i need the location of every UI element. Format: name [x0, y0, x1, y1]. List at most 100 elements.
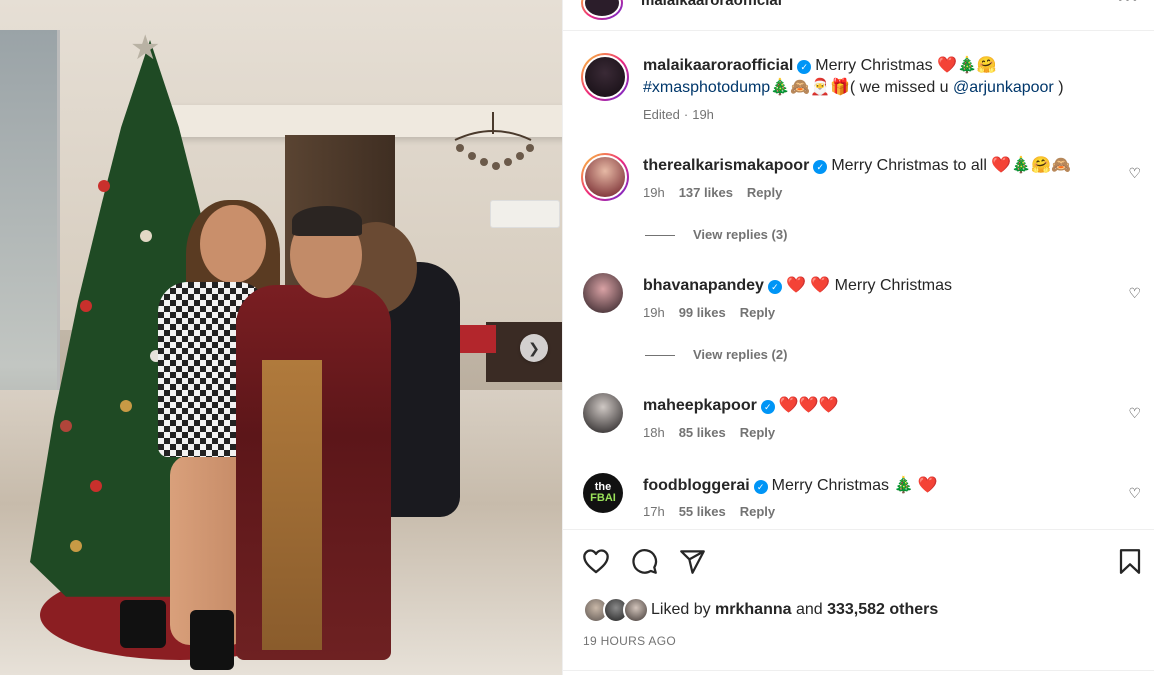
- meta-separator: ·: [683, 107, 689, 122]
- post-detail-panel: malaikaaroraofficial ••• malaikaaroraoff…: [562, 0, 1154, 675]
- share-button[interactable]: [677, 546, 707, 576]
- comment-like-heart-icon[interactable]: ♡: [1128, 285, 1141, 302]
- photo-person-left-shoe: [120, 600, 166, 648]
- photo-ornament: [60, 420, 72, 432]
- comment-like-heart-icon[interactable]: ♡: [1128, 485, 1141, 502]
- hashtag-link[interactable]: #xmasphotodump: [643, 79, 770, 96]
- photo-chandelier: [454, 112, 534, 170]
- verified-badge-icon: ✓: [797, 60, 812, 74]
- comments-list[interactable]: malaikaaroraofficial ✓ Merry Christmas ❤️🎄…: [563, 31, 1154, 529]
- post-actions-bar: [563, 540, 1154, 582]
- photo-person-middle-hair: [292, 206, 362, 236]
- caption-username[interactable]: malaikaaroraofficial: [643, 57, 793, 74]
- comment-like-heart-icon[interactable]: ♡: [1128, 165, 1141, 182]
- caption: malaikaaroraofficial ✓ Merry Christmas ❤️🎄…: [581, 53, 1141, 133]
- comment-text: bhavanapandey ✓ ❤️ ❤️ Merry Christmas: [643, 275, 1113, 297]
- comment-text: therealkarismakapoor ✓ Merry Christmas to …: [643, 155, 1113, 177]
- liker-avatar: [623, 597, 649, 623]
- save-button[interactable]: [1115, 546, 1145, 576]
- comment-button[interactable]: [629, 546, 659, 576]
- caption-text-end: ( we missed u: [849, 79, 954, 96]
- post-header: malaikaaroraofficial •••: [563, 0, 1154, 26]
- replies-line: [645, 355, 675, 357]
- photo-ornament: [98, 180, 110, 192]
- reply-button[interactable]: Reply: [740, 305, 775, 320]
- photo-ornament: [70, 540, 82, 552]
- liked-by-prefix: Liked by: [651, 601, 716, 618]
- photo-person-left-face: [200, 205, 266, 283]
- caption-message: Merry Christmas ❤️🎄🤗: [815, 57, 997, 74]
- comment-text: foodbloggerai ✓ Merry Christmas 🎄 ❤️: [643, 475, 1113, 497]
- post-photo[interactable]: ★ ❯: [0, 0, 562, 675]
- verified-badge-icon: ✓: [813, 160, 828, 174]
- comment-meta: 18h 85 likes Reply: [643, 425, 789, 440]
- comment-username[interactable]: maheepkapoor: [643, 397, 757, 414]
- comment-item: bhavanapandey ✓ ❤️ ❤️ Merry Christmas 19h 9…: [581, 273, 1141, 373]
- photo-ornament: [90, 480, 102, 492]
- tree-star-icon: ★: [130, 29, 161, 67]
- post-timestamp[interactable]: 19 HOURS AGO: [583, 634, 676, 648]
- comment-username[interactable]: foodbloggerai: [643, 477, 750, 494]
- comment-likes[interactable]: 85 likes: [679, 425, 726, 440]
- edited-label: Edited: [643, 107, 680, 122]
- view-replies-button[interactable]: View replies (2): [645, 347, 787, 362]
- edited-time: 19h: [692, 107, 714, 122]
- comment-item: therealkarismakapoor ✓ Merry Christmas to …: [581, 153, 1141, 253]
- reply-button[interactable]: Reply: [747, 185, 782, 200]
- view-replies-label: View replies (3): [693, 227, 788, 242]
- comment-like-heart-icon[interactable]: ♡: [1128, 405, 1141, 422]
- carousel-next-button[interactable]: ❯: [520, 334, 548, 362]
- liked-by-user[interactable]: mrkhanna: [715, 601, 791, 618]
- comment-likes[interactable]: 137 likes: [679, 185, 733, 200]
- photo-ornament: [120, 400, 132, 412]
- comment-likes[interactable]: 99 likes: [679, 305, 726, 320]
- divider: [563, 670, 1154, 671]
- reply-button[interactable]: Reply: [740, 504, 775, 519]
- comment-likes[interactable]: 55 likes: [679, 504, 726, 519]
- mention-link[interactable]: @arjunkapoor: [953, 79, 1054, 96]
- comment-message: ❤️❤️❤️: [778, 397, 839, 414]
- author-username[interactable]: malaikaaroraofficial: [641, 0, 782, 9]
- heart-icon: [583, 549, 609, 574]
- avatar[interactable]: [581, 153, 629, 201]
- replies-line: [645, 235, 675, 237]
- comment-text: maheepkapoor ✓ ❤️❤️❤️: [643, 395, 1113, 417]
- liked-by-and: and: [791, 601, 828, 618]
- caption-emojis: 🎄🙈🎅🎁: [770, 79, 850, 96]
- photo-ornament: [140, 230, 152, 242]
- avatar[interactable]: [581, 53, 629, 101]
- more-options-icon[interactable]: •••: [1117, 0, 1139, 9]
- comment-message: Merry Christmas 🎄 ❤️: [771, 477, 938, 494]
- comment-item: maheepkapoor ✓ ❤️❤️❤️ 18h 85 likes Reply ♡: [581, 393, 1141, 453]
- divider: [563, 529, 1154, 530]
- comment-message: Merry Christmas to all ❤️🎄🤗🙈: [831, 157, 1072, 174]
- verified-badge-icon: ✓: [753, 480, 768, 494]
- comment-username[interactable]: therealkarismakapoor: [643, 157, 809, 174]
- comment-username[interactable]: bhavanapandey: [643, 277, 764, 294]
- avatar[interactable]: the FBAI: [583, 473, 623, 513]
- comment-item: the FBAI foodbloggerai ✓ Merry Christmas 🎄 …: [581, 473, 1141, 529]
- like-button[interactable]: [581, 546, 611, 576]
- author-avatar[interactable]: [581, 0, 623, 20]
- caption-text: malaikaaroraofficial ✓ Merry Christmas ❤️🎄…: [643, 55, 1113, 99]
- caption-text-close: ): [1053, 79, 1064, 96]
- liker-avatars[interactable]: [583, 597, 649, 623]
- comment-time: 19h: [643, 185, 665, 200]
- bookmark-icon: [1119, 548, 1141, 574]
- comment-icon: [631, 548, 657, 574]
- comment-meta: 17h 55 likes Reply: [643, 504, 789, 519]
- view-replies-button[interactable]: View replies (3): [645, 227, 787, 242]
- likes-count[interactable]: 333,582 others: [827, 601, 938, 618]
- photo-person-left-shoe: [190, 610, 234, 670]
- photo-ac-unit: [490, 200, 560, 228]
- view-replies-label: View replies (2): [693, 347, 788, 362]
- avatar[interactable]: [583, 273, 623, 313]
- comment-meta: 19h 137 likes Reply: [643, 185, 796, 200]
- verified-badge-icon: ✓: [767, 280, 782, 294]
- comment-time: 18h: [643, 425, 665, 440]
- likes-text: Liked by mrkhanna and 333,582 others: [651, 601, 938, 619]
- caption-meta: Edited · 19h: [643, 107, 728, 122]
- reply-button[interactable]: Reply: [740, 425, 775, 440]
- food-blogger-logo: the FBAI: [590, 481, 616, 504]
- avatar[interactable]: [583, 393, 623, 433]
